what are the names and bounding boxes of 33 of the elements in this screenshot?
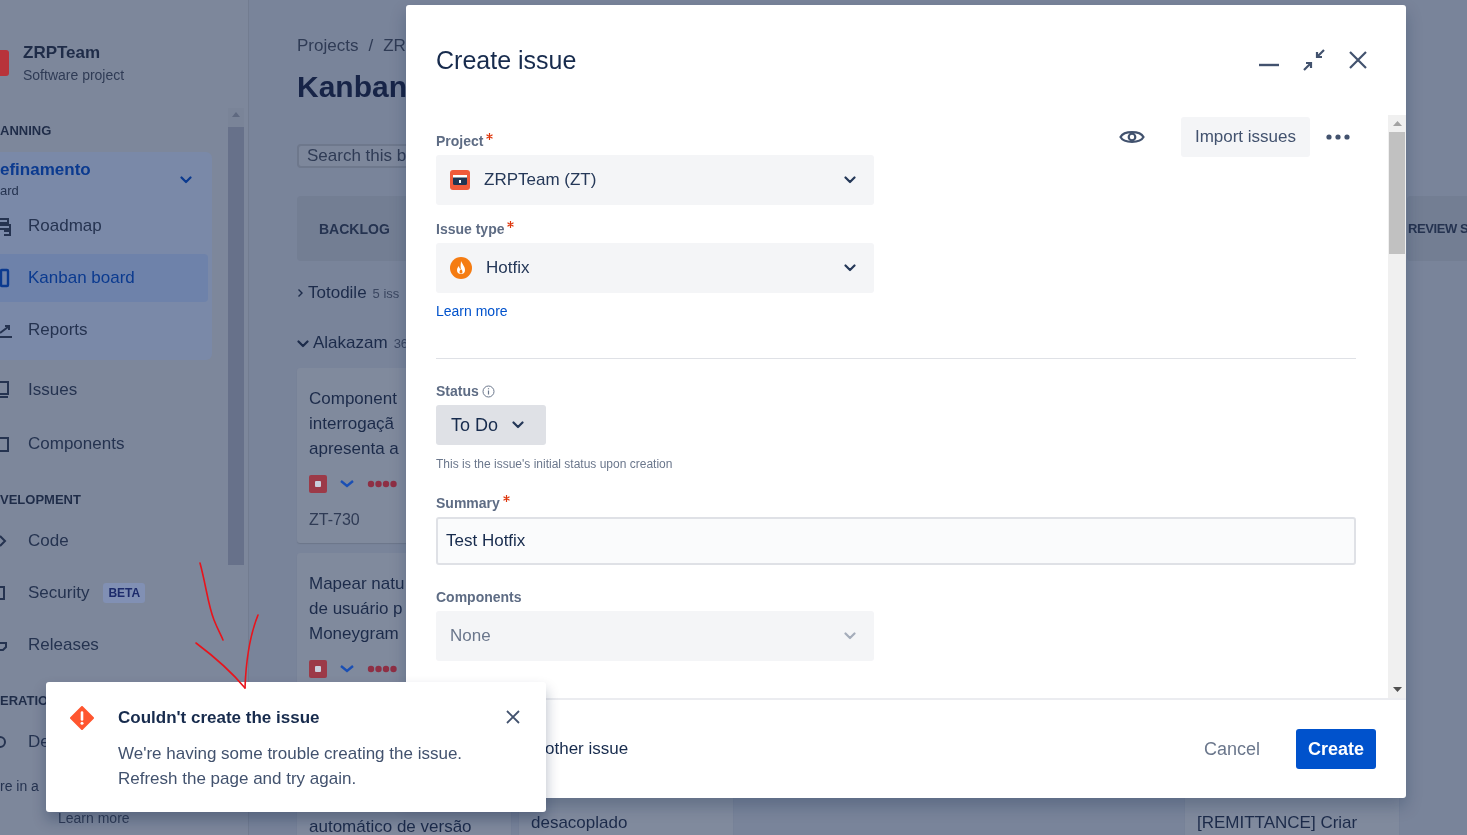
field-label: Status — [436, 383, 479, 399]
issue-count: 5 iss — [372, 285, 400, 301]
section-heading: ANNING — [0, 123, 53, 138]
project-name: ZRPTeam — [23, 43, 102, 63]
card-text: Mapear natu — [309, 573, 405, 595]
field-label: Summary — [436, 495, 500, 511]
card-text: desacoplado — [531, 812, 628, 834]
card-text: Component — [309, 388, 397, 410]
board-title: Kanban — [297, 70, 408, 104]
toast-title: Couldn't create the issue — [118, 708, 321, 728]
beta-badge: BETA — [103, 583, 146, 603]
nav-label: Releases — [28, 635, 99, 655]
board-subtitle: ard — [0, 183, 20, 198]
nav-label: Components — [28, 434, 125, 454]
nav-label: Kanban board — [28, 268, 135, 288]
card-text: de usuário p — [309, 598, 403, 620]
card-text: apresenta a — [309, 438, 399, 460]
nav-label: Reports — [28, 320, 88, 340]
project-type: Software project — [23, 67, 125, 83]
card-text: Moneygram — [309, 623, 399, 645]
nav-label: Roadmap — [28, 216, 102, 236]
field-label: Issue type — [436, 221, 505, 237]
column-header: REVIEW S — [1407, 196, 1467, 261]
card-text: automático de versão — [309, 816, 472, 835]
nav-label: Security — [28, 583, 90, 603]
toast-message: We're having some trouble creating the issue. Refresh the page and try again. — [118, 743, 464, 790]
card-text: [REMITTANCE] Criar — [1197, 812, 1358, 834]
section-heading: VELOPMENT — [0, 492, 82, 507]
nav-label: Issues — [28, 380, 78, 400]
section-heading: ERATIO — [0, 693, 50, 708]
dialog-title: Create issue — [436, 45, 577, 75]
nav-label: Code — [28, 531, 69, 551]
card-text: interrogaçã — [309, 413, 395, 435]
